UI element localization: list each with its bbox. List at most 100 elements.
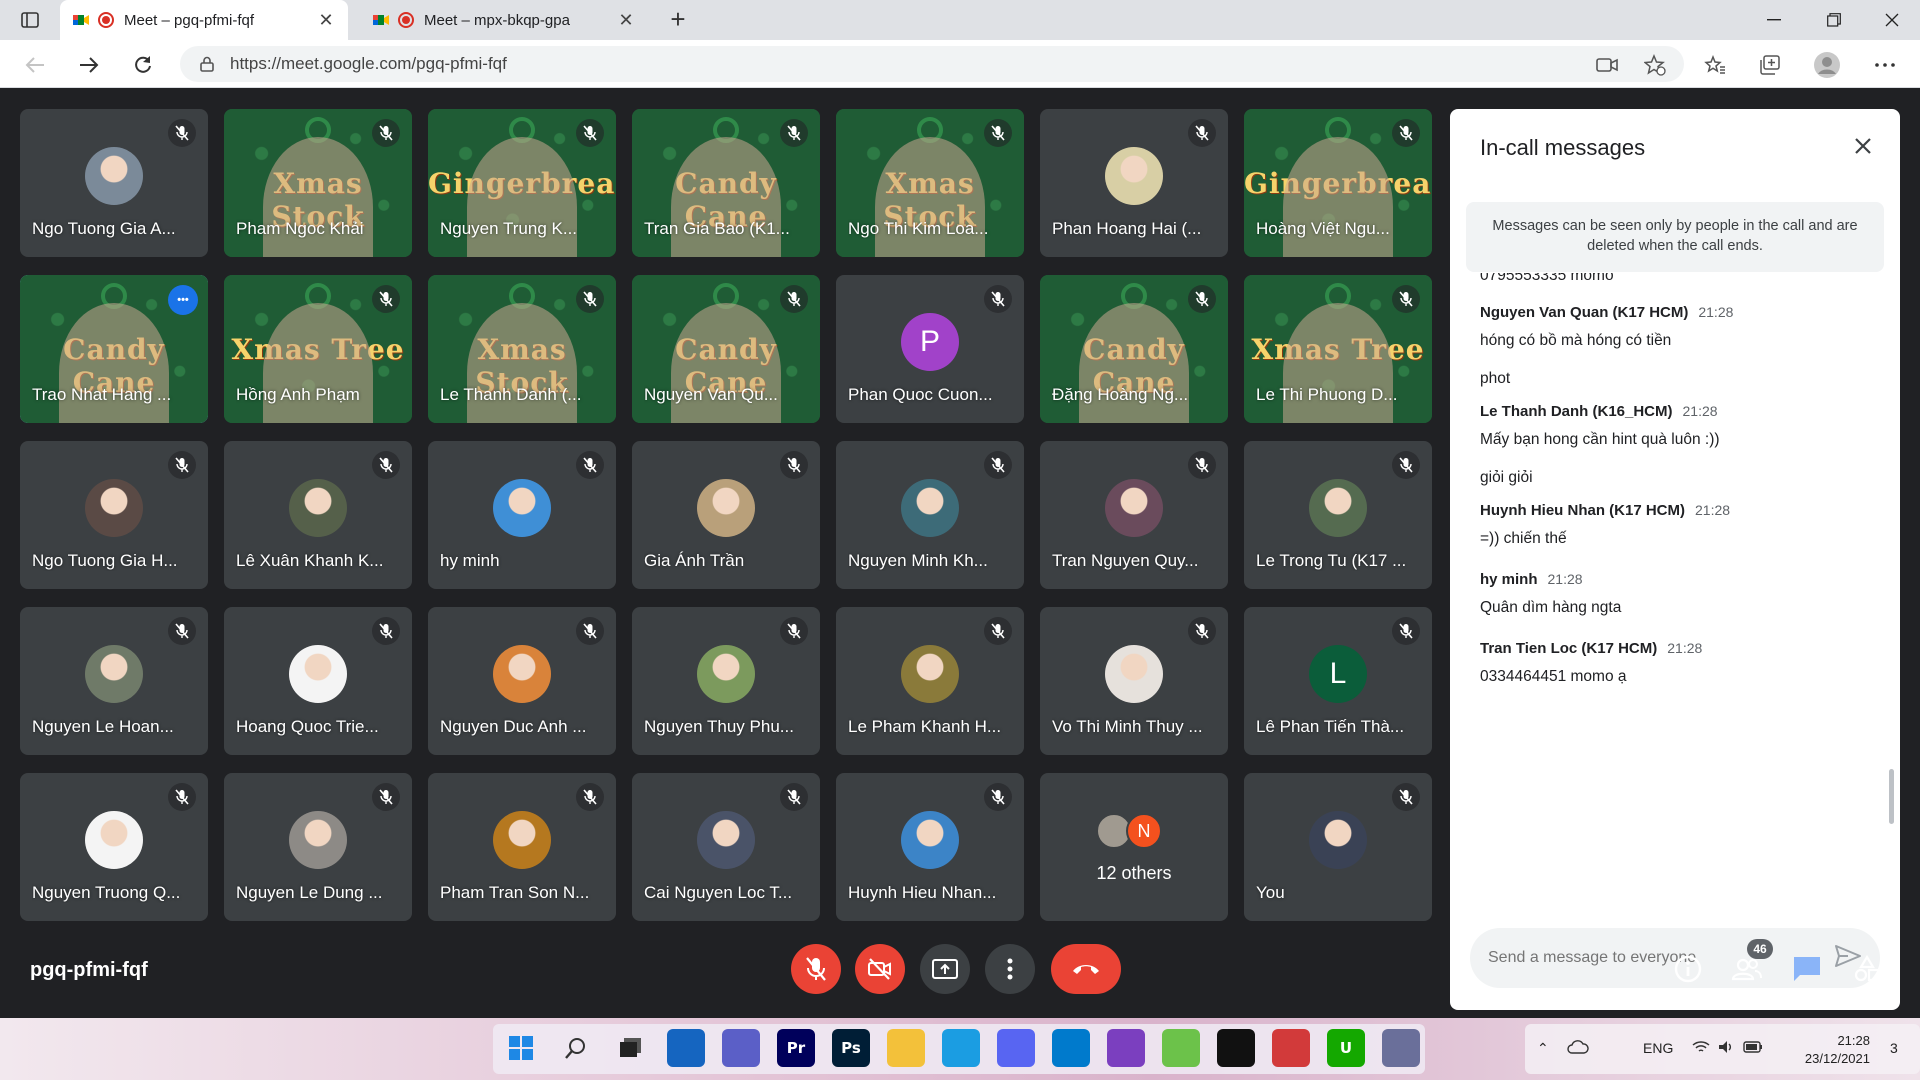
camera-toggle-button[interactable] <box>855 944 905 994</box>
restore-icon[interactable] <box>1806 0 1862 40</box>
favorites-icon[interactable] <box>1700 50 1730 80</box>
participant-tile[interactable]: Huynh Hieu Nhan... <box>836 773 1024 921</box>
new-tab-button[interactable]: + <box>662 4 694 36</box>
tab-meet-pgq[interactable]: Meet – pgq-pfmi-fqf ✕ <box>60 0 348 40</box>
widgets-icon[interactable] <box>667 1029 705 1067</box>
participant-tile[interactable]: Ngo Tuong Gia A... <box>20 109 208 257</box>
close-tab-icon[interactable]: ✕ <box>616 10 636 31</box>
participant-tile[interactable]: Phan Hoang Hai (... <box>1040 109 1228 257</box>
participant-tile[interactable]: Pham Tran Son N... <box>428 773 616 921</box>
participant-tile[interactable]: L Lê Phan Tiến Thà... <box>1244 607 1432 755</box>
teams-icon[interactable] <box>722 1029 760 1067</box>
message-list[interactable]: 0795553335 momo Nguyen Van Quan (K17 HCM… <box>1450 273 1900 905</box>
participant-tile[interactable]: Lê Xuân Khanh K... <box>224 441 412 589</box>
battery-icon[interactable] <box>1743 1040 1763 1056</box>
add-favorite-icon[interactable] <box>1640 50 1670 80</box>
camera-in-use-icon[interactable] <box>1592 50 1622 80</box>
visual-studio-icon[interactable] <box>1107 1029 1145 1067</box>
url-text[interactable]: https://meet.google.com/pgq-pfmi-fqf <box>230 54 507 74</box>
vscode-icon[interactable] <box>1052 1029 1090 1067</box>
start-icon[interactable] <box>502 1029 540 1067</box>
close-chat-icon[interactable] <box>1848 131 1878 161</box>
task-view-icon[interactable] <box>612 1029 650 1067</box>
clock[interactable]: 21:28 23/12/2021 <box>1770 1032 1870 1068</box>
tile-options-icon[interactable]: ••• <box>168 285 198 315</box>
participant-tile[interactable]: Nguyen Duc Anh ... <box>428 607 616 755</box>
tab-meet-mpx[interactable]: Meet – mpx-bkqp-gpa ✕ <box>360 0 648 40</box>
present-screen-button[interactable] <box>920 944 970 994</box>
meet-favicon <box>372 11 390 29</box>
clock-date: 23/12/2021 <box>1804 1051 1870 1066</box>
participant-name: Phan Hoang Hai (... <box>1052 219 1202 238</box>
participant-tile[interactable]: Candy CaneNguyen Van Qu... <box>632 275 820 423</box>
participant-tile[interactable]: Le Trong Tu (K17 ... <box>1244 441 1432 589</box>
chat-icon[interactable] <box>1788 950 1826 988</box>
participant-tile[interactable]: Ngo Tuong Gia H... <box>20 441 208 589</box>
participant-tile[interactable]: Vo Thi Minh Thuy ... <box>1040 607 1228 755</box>
notification-count[interactable]: 3 <box>1890 1040 1898 1056</box>
discord-icon[interactable] <box>997 1029 1035 1067</box>
upwork-icon[interactable]: U <box>1327 1029 1365 1067</box>
participant-tile[interactable]: You <box>1244 773 1432 921</box>
participant-tile[interactable]: Cai Nguyen Loc T... <box>632 773 820 921</box>
close-window-icon[interactable] <box>1864 0 1920 40</box>
refresh-icon[interactable] <box>126 48 160 82</box>
photoshop-icon[interactable]: Ps <box>832 1029 870 1067</box>
participant-tile[interactable]: GingerbreadNguyen Trung K... <box>428 109 616 257</box>
participant-tile[interactable]: Nguyen Minh Kh... <box>836 441 1024 589</box>
minimize-icon[interactable] <box>1746 0 1802 40</box>
onedrive-icon[interactable] <box>1567 1040 1589 1057</box>
chevron-up-icon[interactable]: ⌃ <box>1537 1040 1549 1057</box>
lock-icon[interactable] <box>200 56 214 72</box>
participant-tile[interactable]: GingerbreadHoàng Việt Ngu... <box>1244 109 1432 257</box>
participant-tile[interactable]: Xmas TreeHồng Anh Phạm <box>224 275 412 423</box>
participant-tile[interactable]: hy minh <box>428 441 616 589</box>
back-icon[interactable] <box>18 48 52 82</box>
participant-tile[interactable]: Xmas TreeLe Thi Phuong D... <box>1244 275 1432 423</box>
participant-tile[interactable]: Nguyen Thuy Phu... <box>632 607 820 755</box>
volume-icon[interactable] <box>1718 1040 1734 1057</box>
participant-tile[interactable]: N 12 others <box>1040 773 1228 921</box>
search-icon[interactable] <box>557 1029 595 1067</box>
avatar <box>85 811 143 869</box>
participant-tile[interactable]: Le Pham Khanh H... <box>836 607 1024 755</box>
language-indicator[interactable]: ENG <box>1643 1040 1673 1056</box>
avatar <box>289 645 347 703</box>
anime-app-icon[interactable] <box>1382 1029 1420 1067</box>
participant-tile[interactable]: Xmas StockLe Thanh Danh (... <box>428 275 616 423</box>
meeting-details-icon[interactable] <box>1669 950 1707 988</box>
tiktok-icon[interactable] <box>1217 1029 1255 1067</box>
mic-toggle-button[interactable] <box>791 944 841 994</box>
profile-avatar-icon[interactable] <box>1812 50 1842 80</box>
participant-tile[interactable]: P Phan Quoc Cuon... <box>836 275 1024 423</box>
participant-tile[interactable]: Xmas StockNgo Thi Kim Loa... <box>836 109 1024 257</box>
participant-tile[interactable]: Hoang Quoc Trie... <box>224 607 412 755</box>
more-options-icon[interactable] <box>1870 50 1900 80</box>
activities-icon[interactable] <box>1848 950 1886 988</box>
participant-tile[interactable]: Nguyen Le Dung ... <box>224 773 412 921</box>
forward-icon[interactable] <box>72 48 106 82</box>
chat-scrollbar[interactable] <box>1889 769 1894 824</box>
close-tab-icon[interactable]: ✕ <box>316 10 336 31</box>
collections-icon[interactable] <box>1755 50 1785 80</box>
participant-tile[interactable]: Xmas StockPham Ngoc Khải <box>224 109 412 257</box>
participant-tile[interactable]: Tran Nguyen Quy... <box>1040 441 1228 589</box>
participant-tile[interactable]: Gia Ánh Trần <box>632 441 820 589</box>
wifi-icon[interactable] <box>1692 1040 1710 1057</box>
git-icon[interactable] <box>1162 1029 1200 1067</box>
tab-actions-icon[interactable] <box>6 6 54 34</box>
participant-tile[interactable]: Candy CaneTrao Nhat Hang ...••• <box>20 275 208 423</box>
address-bar[interactable]: https://meet.google.com/pgq-pfmi-fqf <box>180 46 1684 82</box>
participant-tile[interactable]: Nguyen Le Hoan... <box>20 607 208 755</box>
more-options-button[interactable] <box>985 944 1035 994</box>
edge-icon[interactable] <box>942 1029 980 1067</box>
app-icon[interactable] <box>1272 1029 1310 1067</box>
message-time: 21:28 <box>1667 640 1703 656</box>
premiere-icon[interactable]: Pr <box>777 1029 815 1067</box>
participant-tile[interactable]: Nguyen Truong Q... <box>20 773 208 921</box>
leave-call-button[interactable] <box>1051 944 1121 994</box>
participant-name: Đặng Hoàng Ng... <box>1052 385 1189 404</box>
participant-tile[interactable]: Candy CaneTran Gia Bao (K1... <box>632 109 820 257</box>
participant-tile[interactable]: Candy CaneĐặng Hoàng Ng... <box>1040 275 1228 423</box>
file-explorer-icon[interactable] <box>887 1029 925 1067</box>
